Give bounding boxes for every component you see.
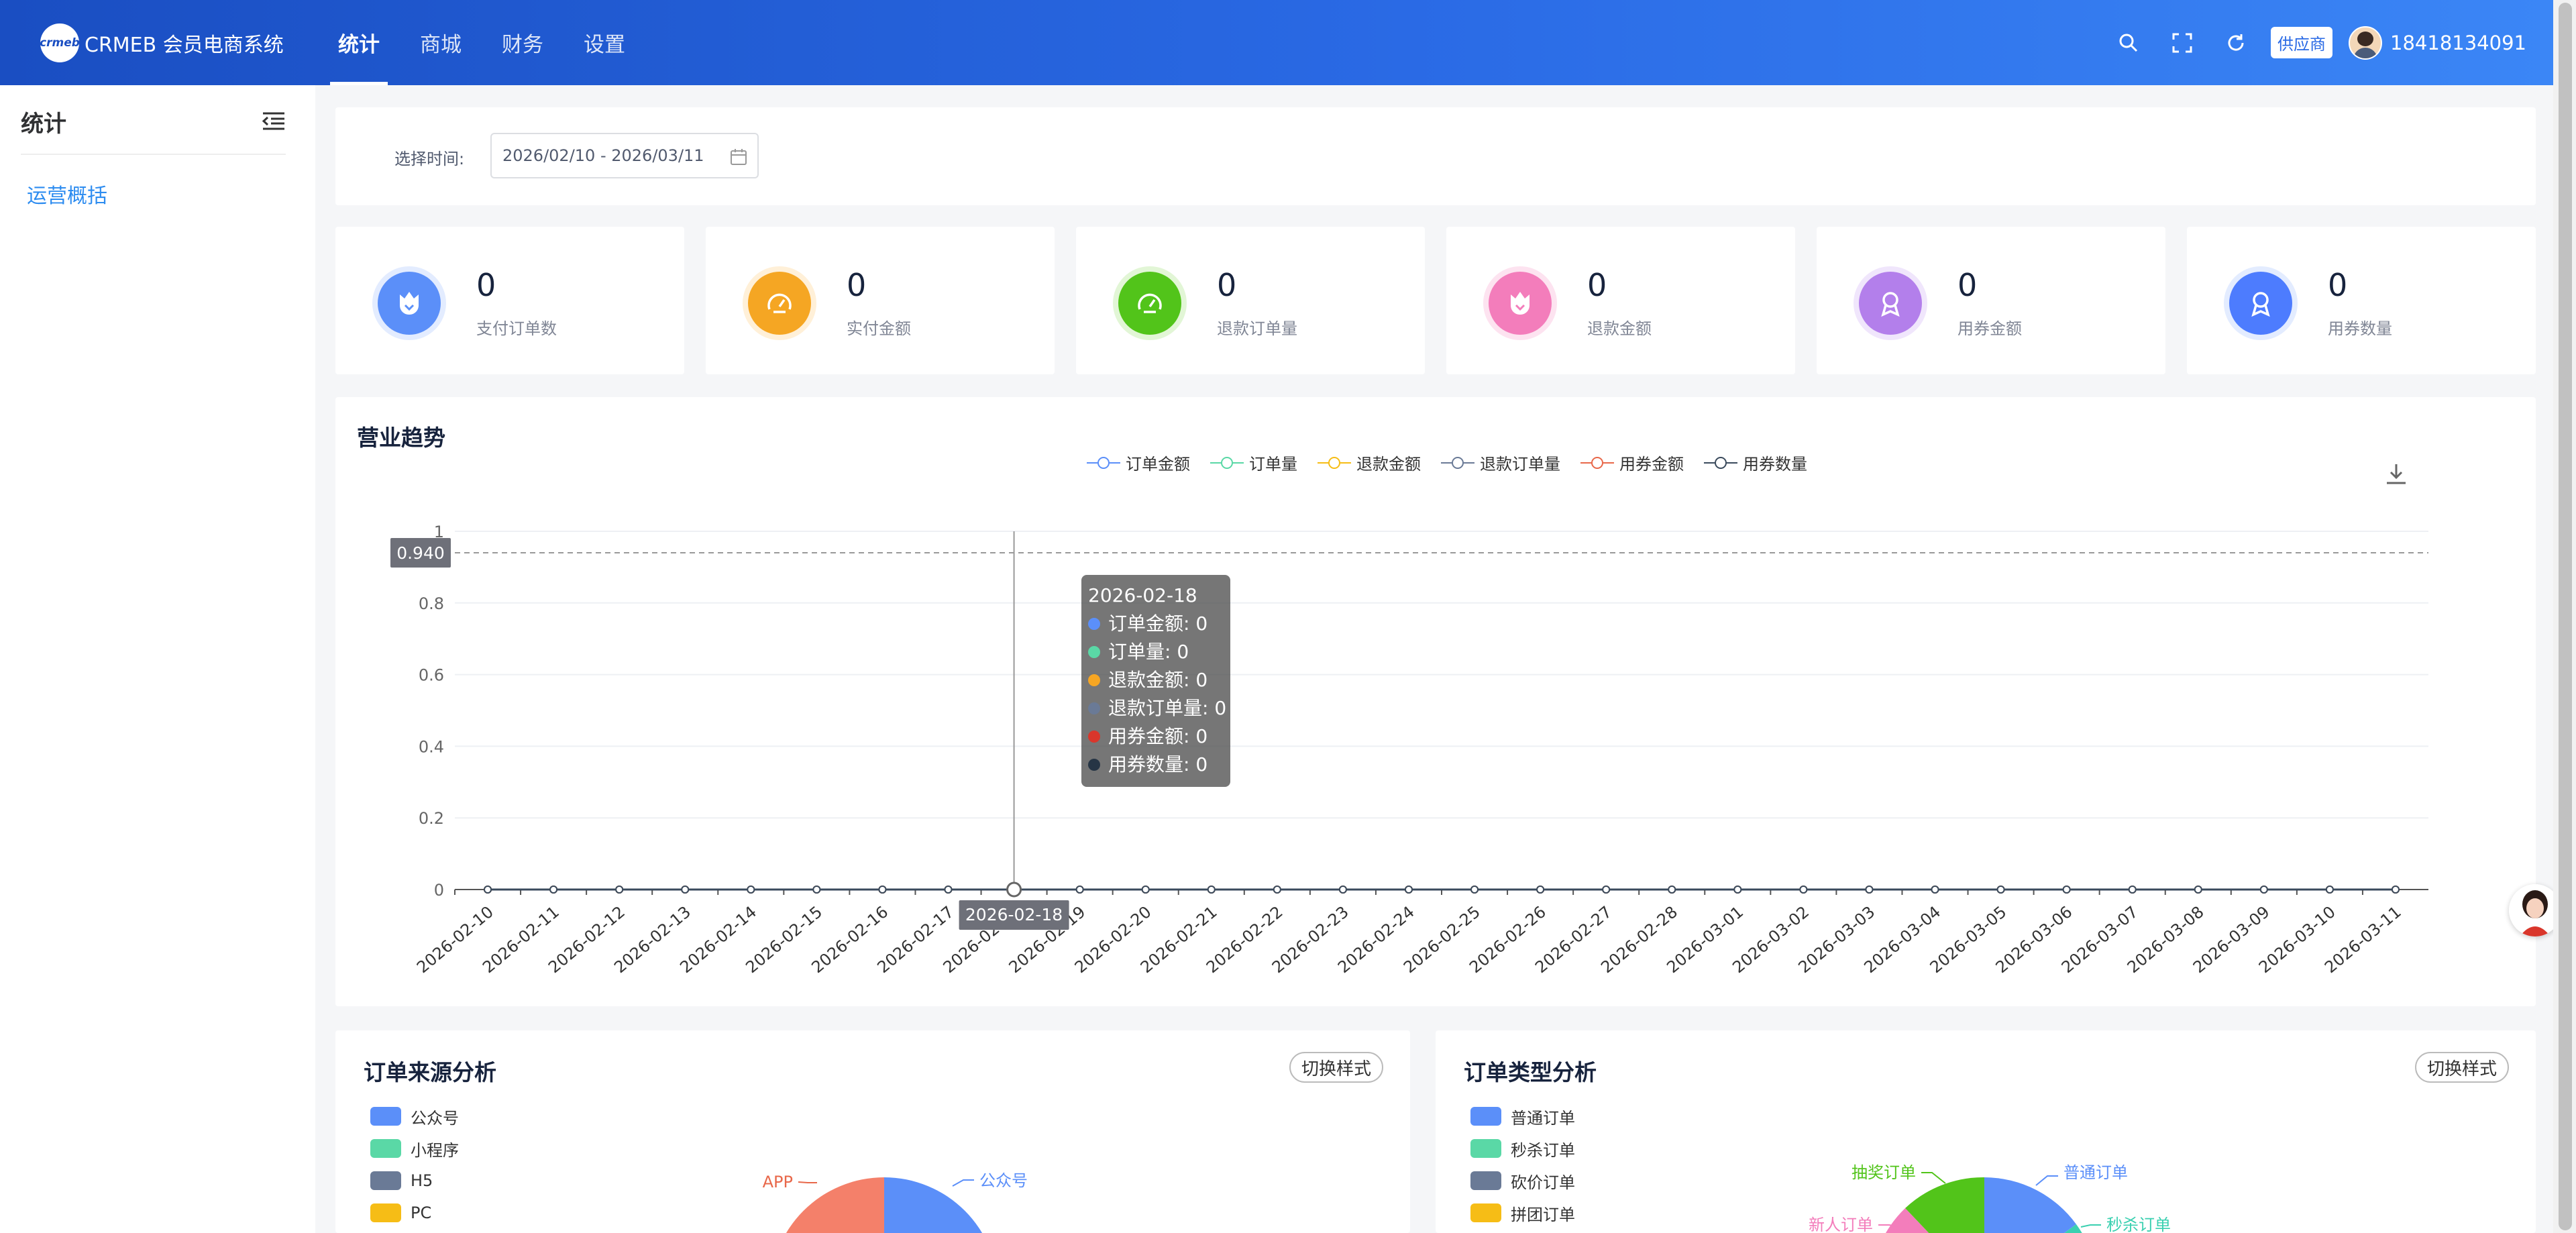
data-point <box>2325 886 2334 894</box>
y-tick-label: 0 <box>434 881 444 900</box>
pie-label-normal: 普通订单 <box>2063 1163 2128 1182</box>
tooltip-text: 用券金额: 0 <box>1108 725 1208 747</box>
pie-leader-gongzhonghao <box>952 1179 974 1187</box>
data-point <box>549 886 558 894</box>
data-point <box>1273 886 1281 894</box>
data-point <box>681 886 690 894</box>
tooltip-text: 退款金额: 0 <box>1108 669 1208 691</box>
series-dot <box>1088 674 1100 686</box>
order-type-panel: 订单类型分析 切换样式 普通订单 秒杀订单 砍价订单 拼团订单 抽奖订单 普通订… <box>1436 1030 2536 1233</box>
data-point <box>1338 886 1347 894</box>
highlighted-point <box>1006 881 1022 898</box>
data-point <box>1470 886 1479 894</box>
data-point <box>1536 886 1545 894</box>
type-pie-chart: 抽奖订单 普通订单 新人订单 秒杀订单 <box>1809 1163 2171 1233</box>
pie-leader-seckill <box>2080 1224 2101 1228</box>
tooltip-row: 退款金额: 0 <box>1088 666 1224 694</box>
pie-label-app: APP <box>763 1173 793 1191</box>
source-pie-chart: APP 公众号 <box>763 1171 1028 1233</box>
y-tick-label: 0.2 <box>419 809 444 828</box>
data-point <box>812 886 821 894</box>
data-point <box>484 886 492 894</box>
pie-leader-app <box>798 1181 817 1183</box>
y-tick-label: 0.6 <box>419 666 444 685</box>
pie-slice-normal <box>1984 1177 2076 1233</box>
data-point <box>1799 886 1808 894</box>
data-point <box>1865 886 1874 894</box>
data-point <box>1931 886 1939 894</box>
data-point <box>747 886 755 894</box>
data-point <box>1075 886 1084 894</box>
y-tick-label: 0.4 <box>419 737 444 756</box>
data-point <box>2391 886 2400 894</box>
data-point <box>2128 886 2137 894</box>
series-dot <box>1088 731 1100 743</box>
pie-label-gongzhonghao: 公众号 <box>979 1171 1028 1190</box>
data-point <box>944 886 953 894</box>
data-point <box>1668 886 1676 894</box>
series-dot <box>1088 759 1100 771</box>
tooltip-row: 用券数量: 0 <box>1088 751 1224 779</box>
data-point <box>1141 886 1150 894</box>
chart-tooltip: 2026-02-18 订单金额: 0 订单量: 0 退款金额: 0 退款订单量:… <box>1081 575 1230 787</box>
data-point <box>2062 886 2071 894</box>
tooltip-row: 订单金额: 0 <box>1088 610 1224 638</box>
data-point <box>1602 886 1611 894</box>
tooltip-date: 2026-02-18 <box>1088 584 1197 606</box>
data-point <box>2259 886 2268 894</box>
page-scrollbar[interactable] <box>2553 0 2576 1233</box>
data-point <box>1996 886 2005 894</box>
tooltip-row: 订单量: 0 <box>1088 638 1224 666</box>
tooltip-text: 退款订单量: 0 <box>1108 697 1227 719</box>
tooltip-row: 用券金额: 0 <box>1088 722 1224 751</box>
y-tick-label: 0.8 <box>419 594 444 613</box>
pie-leader-normal <box>2035 1175 2058 1186</box>
series-dot <box>1088 618 1100 630</box>
axis-pointer-x-label: 2026-02-18 <box>965 905 1063 924</box>
pie-label-seckill: 秒杀订单 <box>2106 1216 2171 1233</box>
order-source-panel: 订单来源分析 切换样式 公众号 小程序 H5 PC APP 公众号 <box>335 1030 1410 1233</box>
data-point <box>878 886 887 894</box>
trend-chart: 00.20.40.60.812026-02-102026-02-112026-0… <box>390 523 2428 977</box>
series-dot <box>1088 646 1100 658</box>
scrollbar-thumb[interactable] <box>2559 3 2572 1230</box>
data-point <box>1207 886 1216 894</box>
data-point <box>2194 886 2202 894</box>
pie-label-lottery: 抽奖订单 <box>1851 1163 1916 1182</box>
tooltip-text: 用券数量: 0 <box>1108 753 1208 775</box>
data-point <box>1733 886 1742 894</box>
data-point <box>615 886 624 894</box>
tooltip-text: 订单金额: 0 <box>1108 612 1208 635</box>
axis-pointer-y-label: 0.940 <box>396 543 445 563</box>
series-dot <box>1088 702 1100 714</box>
pie-leader-lottery <box>1921 1172 1946 1184</box>
tooltip-text: 订单量: 0 <box>1108 641 1189 663</box>
data-point <box>1404 886 1413 894</box>
tooltip-row: 退款订单量: 0 <box>1088 694 1227 722</box>
pie-label-newcomer: 新人订单 <box>1809 1216 1873 1233</box>
